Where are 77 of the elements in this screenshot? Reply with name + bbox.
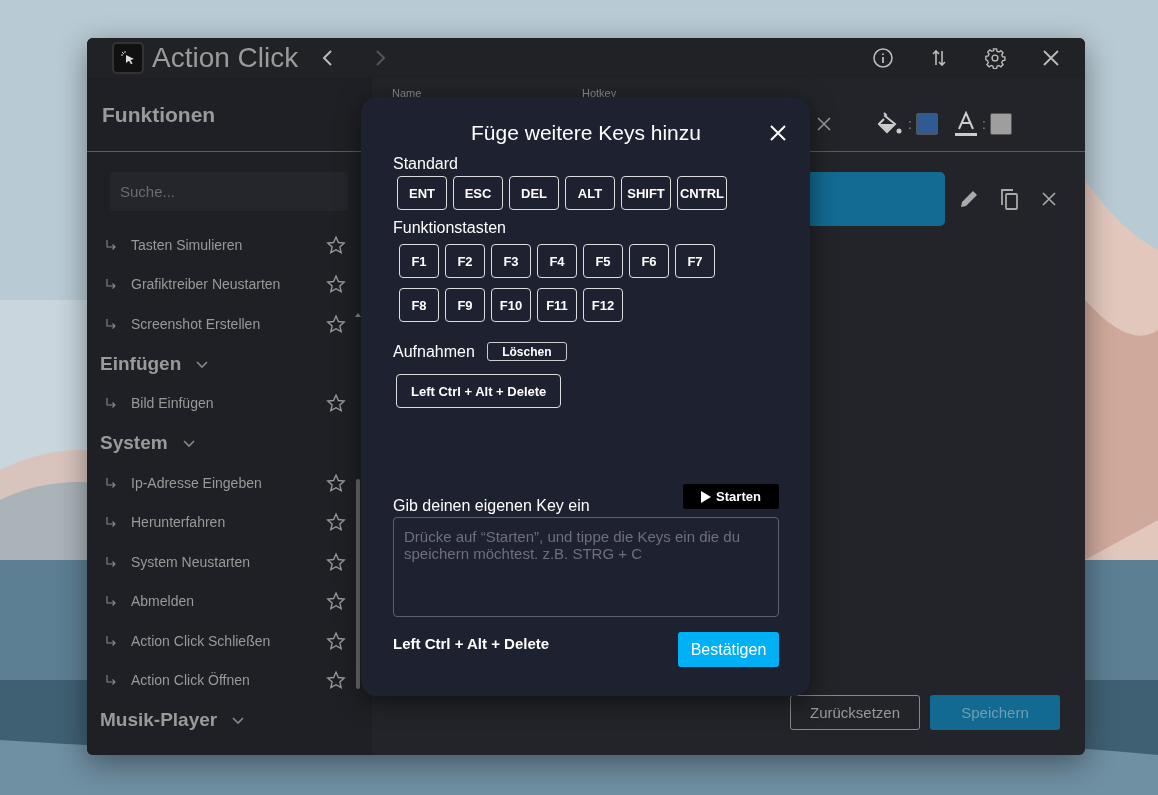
section-label: Funktionstasten: [393, 219, 507, 237]
info-icon[interactable]: [871, 46, 895, 70]
key-button[interactable]: ENT: [397, 176, 447, 210]
key-button[interactable]: F1: [399, 244, 439, 278]
app-title: Action Click: [152, 42, 299, 74]
return-arrow-icon: [105, 238, 117, 251]
section-label: Gib deinen eigenen Key ein: [393, 497, 590, 515]
settings-icon[interactable]: [983, 46, 1007, 70]
section-label: Aufnahmen: [393, 342, 475, 361]
key-button[interactable]: F8: [399, 288, 439, 322]
key-button[interactable]: CNTRL: [677, 176, 727, 210]
group-title: Musik-Player: [100, 709, 218, 731]
function-item[interactable]: Ip-Adresse Eingeben: [131, 474, 312, 491]
key-button[interactable]: SHIFT: [621, 176, 671, 210]
reset-button[interactable]: Zurücksetzen: [790, 695, 920, 730]
star-icon[interactable]: [326, 670, 346, 691]
star-icon[interactable]: [326, 313, 346, 334]
function-item[interactable]: Action Click Schließen: [131, 632, 312, 649]
return-arrow-icon: [105, 516, 117, 529]
star-icon[interactable]: [326, 512, 346, 533]
return-arrow-icon: [105, 278, 117, 291]
star-icon[interactable]: [326, 274, 346, 295]
key-button[interactable]: F10: [491, 288, 531, 322]
dialog-title: Füge weitere Keys hinzu: [471, 121, 701, 145]
star-icon[interactable]: [326, 630, 346, 651]
group-title: Einfügen: [100, 352, 182, 375]
key-button[interactable]: ESC: [453, 176, 503, 210]
function-item[interactable]: Action Click Öffnen: [131, 672, 312, 689]
key-button[interactable]: F7: [675, 244, 715, 278]
key-button[interactable]: F6: [629, 244, 669, 278]
function-item[interactable]: System Neustarten: [131, 553, 312, 570]
text-color-icon[interactable]: [953, 111, 978, 137]
separator-text: :: [908, 116, 912, 132]
paint-bucket-icon[interactable]: [878, 112, 904, 136]
key-combination-text: Left Ctrl + Alt + Delete: [393, 635, 550, 652]
key-input-field[interactable]: Drücke auf “Starten”, und tippe die Keys ein die du speichern möchtest. z.B. STRG + C: [393, 517, 779, 617]
field-label: Name: [392, 87, 422, 99]
key-button[interactable]: F2: [445, 244, 485, 278]
function-item[interactable]: Herunterfahren: [131, 514, 312, 531]
search-field[interactable]: Suche...: [110, 172, 348, 211]
key-button[interactable]: F4: [537, 244, 577, 278]
return-arrow-icon: [105, 317, 117, 330]
return-arrow-icon: [105, 634, 117, 647]
return-arrow-icon: [105, 397, 117, 410]
play-icon: [701, 490, 712, 503]
key-button[interactable]: F9: [445, 288, 485, 322]
function-item[interactable]: Tasten Simulieren: [131, 236, 312, 253]
key-button[interactable]: F3: [491, 244, 531, 278]
section-label: Standard: [393, 155, 459, 173]
star-icon[interactable]: [326, 393, 346, 414]
star-icon[interactable]: [326, 551, 346, 572]
app-logo-icon: [112, 42, 144, 74]
function-item[interactable]: Bild Einfügen: [131, 395, 312, 412]
key-button[interactable]: F11: [537, 288, 577, 322]
separator-text: :: [981, 116, 986, 132]
star-icon[interactable]: [326, 591, 346, 612]
star-icon[interactable]: [326, 234, 346, 255]
field-label: Hotkey: [582, 87, 617, 99]
key-button[interactable]: F12: [583, 288, 623, 322]
key-button[interactable]: F5: [583, 244, 623, 278]
start-button[interactable]: Starten: [683, 484, 779, 509]
recorded-key-button[interactable]: Left Ctrl + Alt + Delete: [396, 374, 562, 408]
clear-button[interactable]: Löschen: [486, 342, 567, 361]
return-arrow-icon: [105, 555, 117, 568]
color-swatch[interactable]: [915, 113, 938, 135]
color-swatch[interactable]: [989, 113, 1012, 135]
group-title: System: [100, 432, 168, 454]
sidebar-title: Funktionen: [102, 102, 216, 127]
function-item[interactable]: Abmelden: [131, 593, 312, 610]
key-button[interactable]: DEL: [509, 176, 559, 210]
star-icon[interactable]: [326, 472, 346, 493]
key-button[interactable]: ALT: [565, 176, 615, 210]
return-arrow-icon: [105, 476, 117, 489]
function-item[interactable]: Grafiktreiber Neustarten: [131, 276, 312, 293]
return-arrow-icon: [105, 595, 117, 608]
function-item[interactable]: Screenshot Erstellen: [131, 315, 312, 332]
return-arrow-icon: [105, 674, 117, 687]
